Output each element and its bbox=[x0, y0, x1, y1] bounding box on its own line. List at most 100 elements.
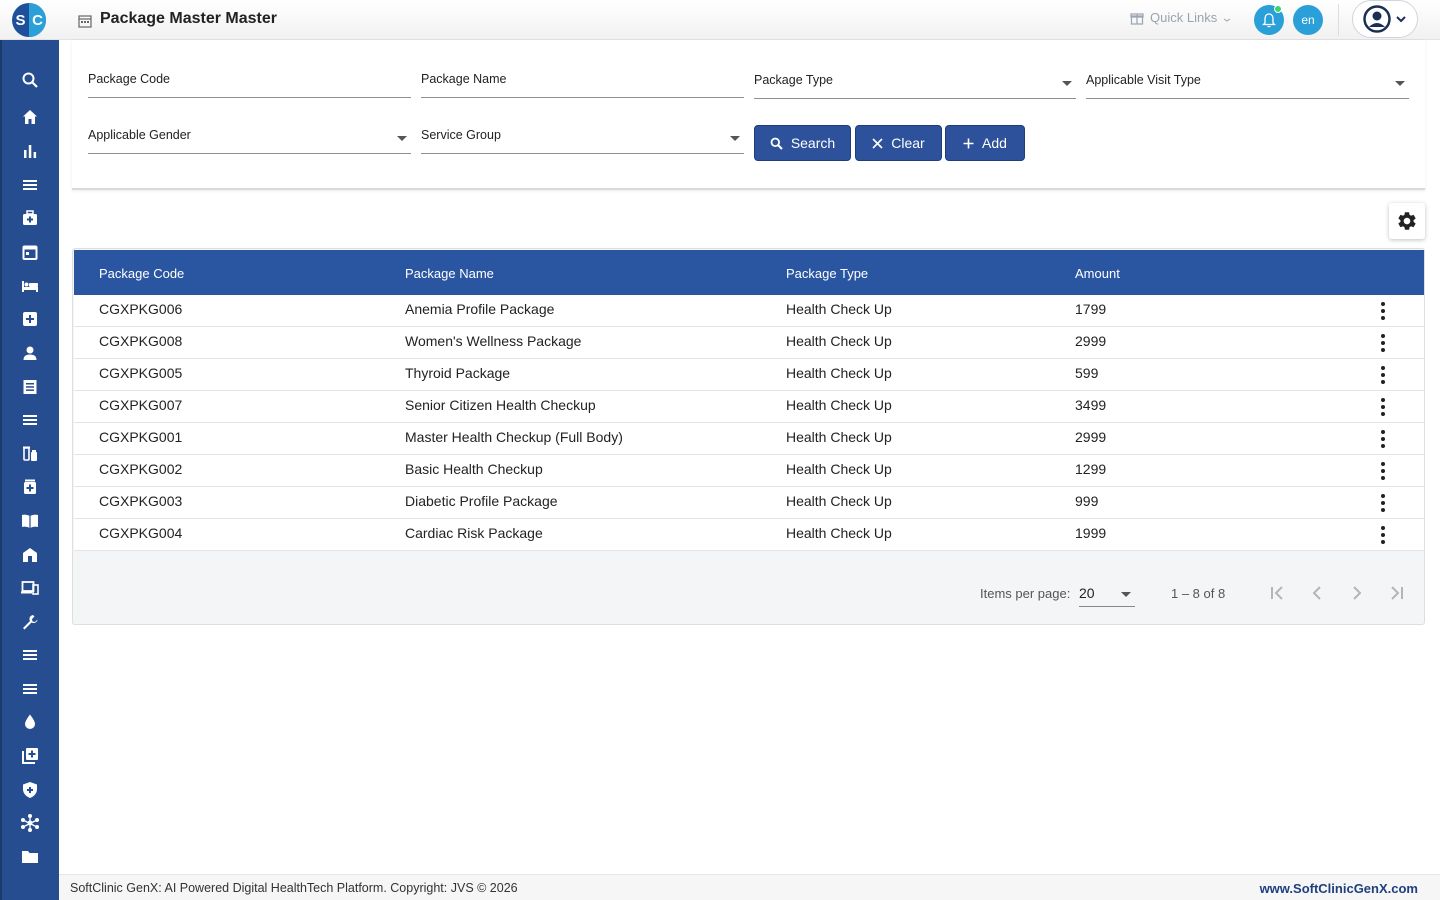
table-header: Package Code Package Name Package Type A… bbox=[74, 250, 1424, 295]
avatar-icon bbox=[1363, 5, 1391, 33]
cell-package-name: Thyroid Package bbox=[405, 365, 511, 381]
home-icon[interactable] bbox=[18, 105, 42, 129]
language-button[interactable]: en bbox=[1293, 5, 1323, 35]
search-icon[interactable] bbox=[18, 68, 42, 92]
drop-icon[interactable] bbox=[18, 710, 42, 734]
website-link[interactable]: www.SoftClinicGenX.com bbox=[1260, 881, 1418, 896]
more-vert-icon[interactable] bbox=[1374, 334, 1392, 352]
service-group-select[interactable]: Service Group bbox=[421, 124, 744, 154]
folder-icon[interactable] bbox=[18, 845, 42, 869]
menu-icon[interactable] bbox=[18, 173, 42, 197]
filter-panel: Package Code Package Name Package Type A… bbox=[72, 40, 1425, 190]
bell-icon bbox=[1262, 12, 1276, 27]
page-title: Package Master Master bbox=[100, 10, 277, 27]
more-vert-icon[interactable] bbox=[1374, 366, 1392, 384]
cell-package-name: Senior Citizen Health Checkup bbox=[405, 397, 596, 413]
table-row[interactable]: CGXPKG001 Master Health Checkup (Full Bo… bbox=[74, 423, 1424, 455]
more-vert-icon[interactable] bbox=[1374, 462, 1392, 480]
clear-button[interactable]: Clear bbox=[855, 125, 942, 161]
plus-box-icon[interactable] bbox=[18, 307, 42, 331]
receipt-icon[interactable] bbox=[18, 375, 42, 399]
visit-type-select[interactable]: Applicable Visit Type bbox=[1086, 69, 1409, 99]
add-button[interactable]: Add bbox=[945, 125, 1025, 161]
wrench-icon[interactable] bbox=[18, 610, 42, 634]
notifications-button[interactable] bbox=[1254, 5, 1284, 35]
bar-chart-icon[interactable] bbox=[18, 139, 42, 163]
cell-amount: 999 bbox=[1075, 493, 1099, 509]
table-body: CGXPKG006 Anemia Profile Package Health … bbox=[74, 295, 1424, 551]
cell-amount: 2999 bbox=[1075, 333, 1107, 349]
person-icon[interactable] bbox=[18, 341, 42, 365]
gear-icon bbox=[1398, 212, 1416, 230]
vaccine-icon[interactable] bbox=[18, 442, 42, 466]
gift-icon bbox=[1130, 12, 1144, 25]
cell-package-code: CGXPKG005 bbox=[99, 365, 183, 381]
cell-package-name: Master Health Checkup (Full Body) bbox=[405, 429, 623, 445]
bed-icon[interactable] bbox=[18, 274, 42, 298]
table-row[interactable]: CGXPKG006 Anemia Profile Package Health … bbox=[74, 295, 1424, 327]
medical-bag-icon[interactable] bbox=[18, 206, 42, 230]
lines-icon-2[interactable] bbox=[18, 677, 42, 701]
cell-package-code: CGXPKG004 bbox=[99, 525, 183, 541]
building-icon[interactable] bbox=[18, 543, 42, 567]
shield-icon[interactable] bbox=[18, 778, 42, 802]
cell-amount: 1799 bbox=[1075, 301, 1107, 317]
medicine-icon[interactable] bbox=[18, 475, 42, 499]
package-code-label: Package Code bbox=[88, 72, 171, 86]
calendar-icon[interactable] bbox=[18, 240, 42, 264]
table-row[interactable]: CGXPKG003 Diabetic Profile Package Healt… bbox=[74, 487, 1424, 519]
add-library-icon[interactable] bbox=[18, 744, 42, 768]
logo-letter-c: C bbox=[29, 3, 46, 37]
first-page-icon[interactable] bbox=[1267, 583, 1287, 603]
profile-menu-button[interactable] bbox=[1352, 0, 1418, 38]
cell-package-type: Health Check Up bbox=[786, 333, 892, 349]
cell-package-type: Health Check Up bbox=[786, 365, 892, 381]
cell-package-type: Health Check Up bbox=[786, 397, 892, 413]
more-vert-icon[interactable] bbox=[1374, 302, 1392, 320]
table-settings-button[interactable] bbox=[1389, 203, 1425, 239]
gender-select[interactable]: Applicable Gender bbox=[88, 124, 411, 154]
quick-links-button[interactable]: Quick Links bbox=[1130, 10, 1231, 25]
package-type-label: Package Type bbox=[754, 73, 833, 87]
table-row[interactable]: CGXPKG004 Cardiac Risk Package Health Ch… bbox=[74, 519, 1424, 551]
more-vert-icon[interactable] bbox=[1374, 526, 1392, 544]
table-row[interactable]: CGXPKG007 Senior Citizen Health Checkup … bbox=[74, 391, 1424, 423]
more-vert-icon[interactable] bbox=[1374, 398, 1392, 416]
devices-icon[interactable] bbox=[18, 576, 42, 600]
column-header-amount[interactable]: Amount bbox=[1075, 266, 1120, 281]
app-logo[interactable]: S C bbox=[12, 3, 46, 37]
table-row[interactable]: CGXPKG005 Thyroid Package Health Check U… bbox=[74, 359, 1424, 391]
last-page-icon[interactable] bbox=[1387, 583, 1407, 603]
more-vert-icon[interactable] bbox=[1374, 494, 1392, 512]
items-per-page-select[interactable]: 20 bbox=[1079, 579, 1135, 607]
items-per-page-value: 20 bbox=[1079, 585, 1095, 601]
table-row[interactable]: CGXPKG002 Basic Health Checkup Health Ch… bbox=[74, 455, 1424, 487]
packages-table: Package Code Package Name Package Type A… bbox=[72, 248, 1425, 625]
cell-package-code: CGXPKG003 bbox=[99, 493, 183, 509]
gender-label: Applicable Gender bbox=[88, 128, 191, 142]
search-button[interactable]: Search bbox=[754, 125, 851, 161]
cell-amount: 2999 bbox=[1075, 429, 1107, 445]
dropdown-arrow-icon bbox=[1062, 81, 1072, 86]
cell-package-type: Health Check Up bbox=[786, 301, 892, 317]
column-header-package-name[interactable]: Package Name bbox=[405, 266, 494, 281]
top-bar: S C Package Master Master Quick Links en bbox=[0, 0, 1440, 40]
table-row[interactable]: CGXPKG008 Women's Wellness Package Healt… bbox=[74, 327, 1424, 359]
cell-amount: 599 bbox=[1075, 365, 1099, 381]
package-type-select[interactable]: Package Type bbox=[754, 69, 1076, 99]
package-name-field[interactable]: Package Name bbox=[421, 68, 744, 98]
previous-page-icon[interactable] bbox=[1307, 583, 1327, 603]
service-group-label: Service Group bbox=[421, 128, 501, 142]
book-icon[interactable] bbox=[18, 509, 42, 533]
more-vert-icon[interactable] bbox=[1374, 430, 1392, 448]
next-page-icon[interactable] bbox=[1347, 583, 1367, 603]
list-icon[interactable] bbox=[18, 408, 42, 432]
package-code-field[interactable]: Package Code bbox=[88, 68, 411, 98]
chevron-down-icon bbox=[1396, 16, 1406, 23]
divider bbox=[1338, 4, 1339, 36]
lines-icon[interactable] bbox=[18, 643, 42, 667]
dropdown-arrow-icon bbox=[397, 136, 407, 141]
hub-icon[interactable] bbox=[18, 811, 42, 835]
column-header-package-type[interactable]: Package Type bbox=[786, 266, 868, 281]
column-header-package-code[interactable]: Package Code bbox=[99, 266, 184, 281]
